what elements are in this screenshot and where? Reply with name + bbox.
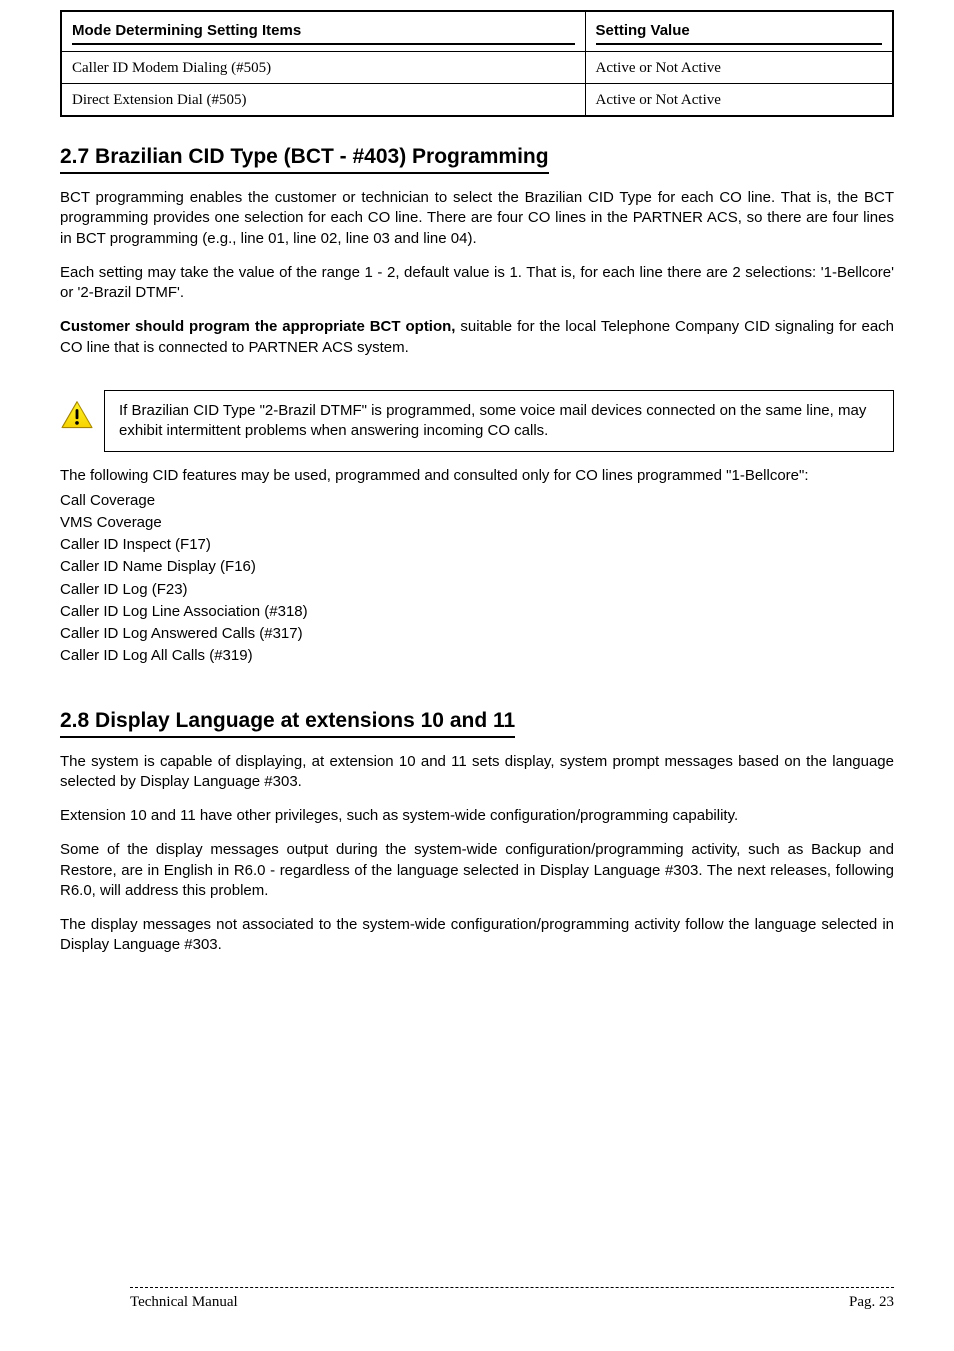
- settings-table: Mode Determining Setting Items Setting V…: [60, 10, 894, 117]
- table-header-row: Mode Determining Setting Items Setting V…: [62, 12, 893, 52]
- section2-p3: Some of the display messages output duri…: [60, 840, 894, 901]
- section2-p4: The display messages not associated to t…: [60, 915, 894, 956]
- list-item: Caller ID Log Answered Calls (#317): [60, 624, 894, 644]
- table-cell-desc: Direct Extension Dial (#505): [62, 84, 586, 116]
- section1-p3-bold: Customer should program the appropriate …: [60, 318, 455, 335]
- list-item: Caller ID Log (F23): [60, 580, 894, 600]
- section1-tail-intro: The following CID features may be used, …: [60, 466, 894, 486]
- footer-rule: [130, 1287, 894, 1288]
- table-header-right: Setting Value: [585, 12, 892, 52]
- table-cell-val: Active or Not Active: [585, 84, 892, 116]
- warning-icon: [60, 400, 98, 435]
- section-heading-2-7: 2.7 Brazilian CID Type (BCT - #403) Prog…: [60, 145, 549, 174]
- section1-p2: Each setting may take the value of the r…: [60, 263, 894, 304]
- table-header-right-text: Setting Value: [596, 22, 882, 45]
- table-header-left: Mode Determining Setting Items: [62, 12, 586, 52]
- list-item: Caller ID Inspect (F17): [60, 535, 894, 555]
- section2-p1: The system is capable of displaying, at …: [60, 752, 894, 793]
- table-row: Caller ID Modem Dialing (#505) Active or…: [62, 52, 893, 84]
- section1-p1: BCT programming enables the customer or …: [60, 188, 894, 249]
- footer-right: Pag. 23: [849, 1294, 894, 1311]
- footer-left: Technical Manual: [130, 1294, 238, 1311]
- list-item: Caller ID Log All Calls (#319): [60, 646, 894, 666]
- page-footer: Technical Manual Pag. 23: [60, 1287, 894, 1311]
- table-row: Direct Extension Dial (#505) Active or N…: [62, 84, 893, 116]
- section-heading-2-8: 2.8 Display Language at extensions 10 an…: [60, 709, 515, 738]
- warning-triangle-icon: [60, 400, 94, 430]
- list-item: VMS Coverage: [60, 513, 894, 533]
- table-header-left-text: Mode Determining Setting Items: [72, 22, 575, 45]
- list-item: Caller ID Name Display (F16): [60, 557, 894, 577]
- section1-p3: Customer should program the appropriate …: [60, 317, 894, 358]
- warning-block: If Brazilian CID Type "2-Brazil DTMF" is…: [60, 390, 894, 453]
- table-cell-val: Active or Not Active: [585, 52, 892, 84]
- list-item: Call Coverage: [60, 491, 894, 511]
- warning-text: If Brazilian CID Type "2-Brazil DTMF" is…: [104, 390, 894, 453]
- list-item: Caller ID Log Line Association (#318): [60, 602, 894, 622]
- table-cell-desc: Caller ID Modem Dialing (#505): [62, 52, 586, 84]
- table: Mode Determining Setting Items Setting V…: [61, 11, 893, 116]
- section2-p2: Extension 10 and 11 have other privilege…: [60, 806, 894, 826]
- footer-row: Technical Manual Pag. 23: [60, 1294, 894, 1311]
